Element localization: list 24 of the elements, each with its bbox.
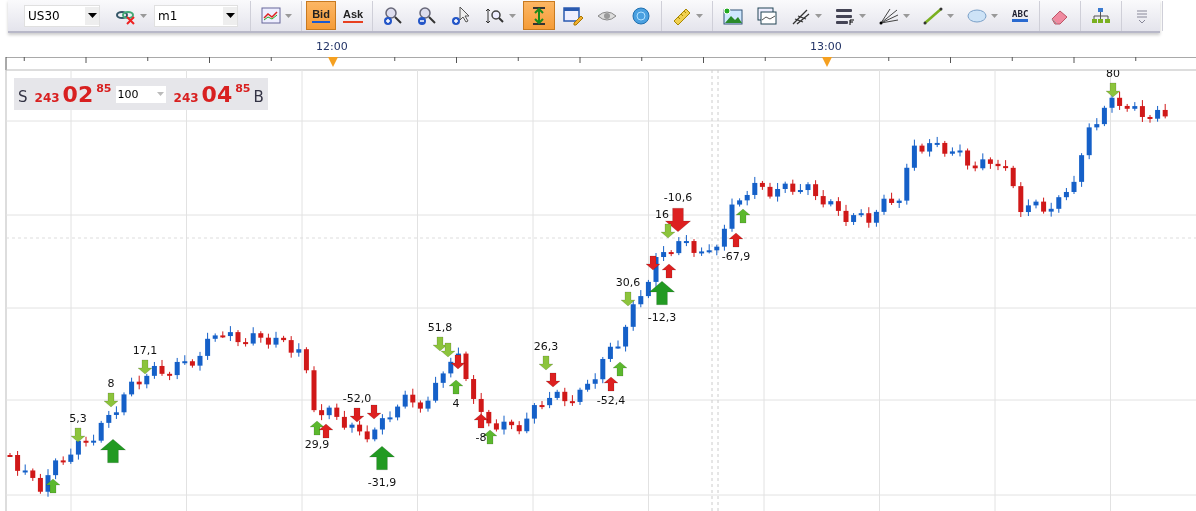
trade-value-label: 17,1 — [132, 344, 158, 357]
select-field[interactable]: US30 — [24, 4, 100, 27]
trade-value-label: 16 — [655, 208, 669, 221]
trade-value-label: -67,9 — [721, 250, 751, 263]
trade-value-label: 8 — [107, 377, 115, 390]
price-toggle-button[interactable]: Ask — [338, 1, 369, 30]
time-label: 13:00 — [810, 40, 842, 53]
text-tool-button[interactable]: ABC — [1005, 1, 1036, 30]
trade-value-label: -8 — [475, 431, 487, 444]
trade-value-label: -12,3 — [647, 311, 677, 324]
trade-value-label: 26,3 — [533, 340, 559, 353]
trade-value-label: 51,8 — [427, 321, 453, 334]
trade-value-label: 4 — [452, 397, 460, 410]
trade-value-label: -52,4 — [596, 394, 626, 407]
trade-value-label: 5,3 — [69, 412, 87, 425]
amount-field[interactable]: 100 — [115, 85, 166, 103]
time-label: 12:00 — [316, 40, 348, 53]
trade-value-label: 30,6 — [615, 276, 641, 289]
trade-value-label: -31,9 — [367, 476, 397, 489]
trade-value-label: -52,0 — [342, 392, 372, 405]
price-toggle-button[interactable]: Bid — [306, 1, 336, 30]
trade-value-label: -10,6 — [663, 190, 693, 204]
trade-value-label: 29,9 — [304, 438, 330, 451]
select-field[interactable]: m1 — [154, 4, 238, 27]
